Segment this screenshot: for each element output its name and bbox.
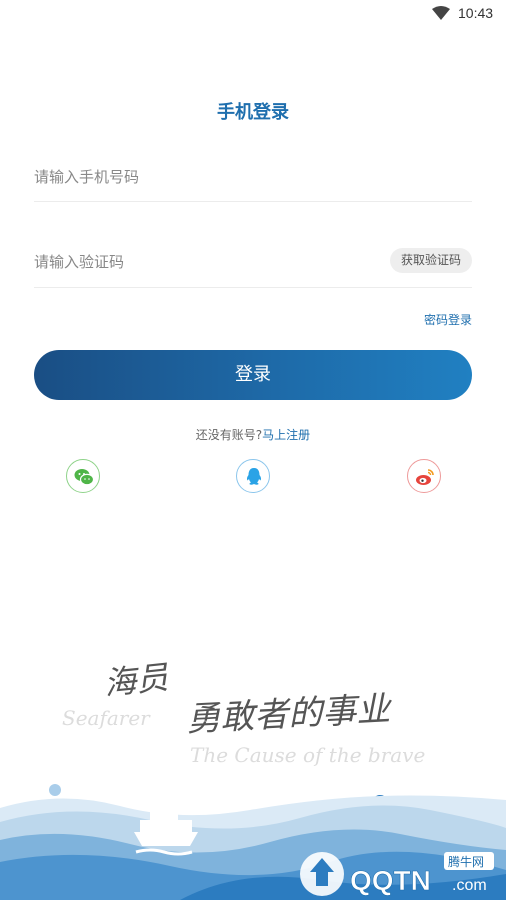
weibo-login-button[interactable] [407,459,441,493]
watermark-text: QQTN [350,865,431,896]
ship-icon [134,800,198,856]
status-time: 10:43 [458,5,494,21]
wifi-icon [432,6,450,20]
slogan-en-line-1: Seafarer [62,706,151,730]
floating-dot [49,784,61,796]
watermark-badge: 腾牛网 [448,854,484,869]
page-title: 手机登录 [217,102,289,123]
verification-code-field: 获取验证码 [34,236,472,288]
qq-login-button[interactable] [236,459,270,493]
slogan-calligraphy: 海员 Seafarer 勇敢者的事业 The Cause of the brav… [62,658,425,767]
slogan-cn-line-1: 海员 [102,658,171,703]
register-link[interactable]: 马上注册 [262,428,310,442]
wechat-icon [74,469,95,486]
get-code-button[interactable]: 获取验证码 [389,248,472,273]
qq-icon [246,468,262,485]
qqtn-watermark: 腾牛网 QQTN .com [300,852,494,896]
password-login-link[interactable]: 密码登录 [424,311,472,328]
weibo-icon [416,469,434,485]
slogan-cn-line-2: 勇敢者的事业 [185,689,394,740]
login-button[interactable]: 登录 [34,350,472,400]
watermark-suffix: .com [452,877,487,894]
register-prompt: 还没有账号?马上注册 [0,426,506,443]
phone-input[interactable] [34,152,472,201]
verification-code-input[interactable] [34,236,364,287]
phone-field [34,152,472,202]
no-account-text: 还没有账号? [195,428,263,442]
status-bar: 10:43 [0,0,506,28]
wechat-login-button[interactable] [66,459,100,493]
slogan-en-line-2: The Cause of the brave [190,743,425,767]
